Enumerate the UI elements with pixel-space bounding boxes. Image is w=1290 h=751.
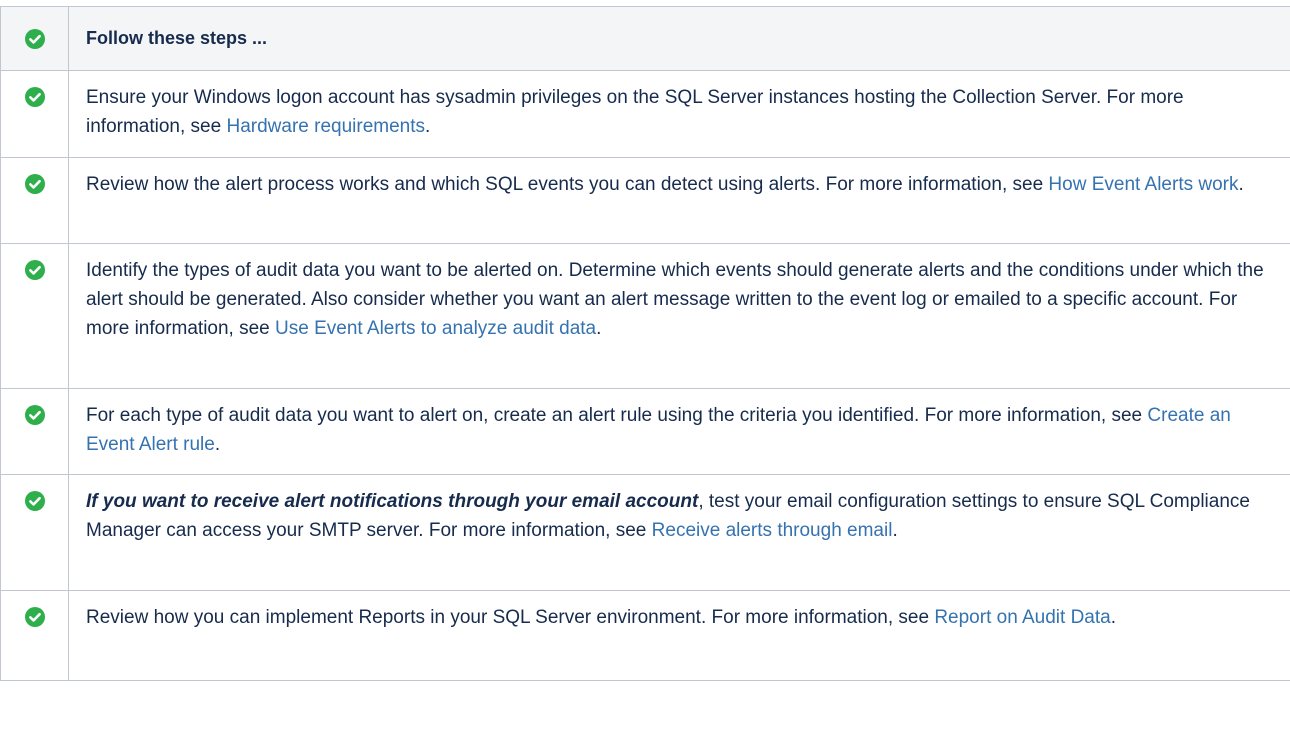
table-header-row: Follow these steps ...	[0, 6, 1290, 71]
check-circle-icon	[24, 174, 45, 194]
use-event-alerts-link[interactable]: Use Event Alerts to analyze audit data	[275, 318, 596, 339]
step-text-post: .	[1238, 174, 1244, 195]
check-circle-icon	[24, 607, 45, 627]
check-circle-icon	[24, 87, 45, 107]
step-row: For each type of audit data you want to …	[0, 388, 1290, 475]
step-row: Identify the types of audit data you wan…	[0, 243, 1290, 389]
step-text-pre: Identify the types of audit data you wan…	[86, 260, 1264, 339]
step-text: If you want to receive alert notificatio…	[69, 475, 1290, 560]
how-event-alerts-work-link[interactable]: How Event Alerts work	[1048, 174, 1238, 195]
header-title: Follow these steps ...	[68, 6, 1290, 71]
report-on-audit-data-link[interactable]: Report on Audit Data	[934, 607, 1110, 628]
step-text: Ensure your Windows logon account has sy…	[69, 71, 1290, 156]
step-text: For each type of audit data you want to …	[69, 389, 1290, 474]
step-row: Review how the alert process works and w…	[0, 157, 1290, 244]
step-icon-cell	[0, 243, 69, 389]
step-text: Identify the types of audit data you wan…	[69, 244, 1290, 358]
step-icon-cell	[0, 474, 69, 591]
steps-table: Follow these steps ... Ensure your Windo…	[0, 6, 1290, 681]
step-icon-cell	[0, 157, 69, 244]
step-text-post: .	[1110, 607, 1116, 628]
check-circle-icon	[24, 28, 45, 49]
step-text-cell: Ensure your Windows logon account has sy…	[68, 70, 1290, 158]
step-text-cell: Identify the types of audit data you wan…	[68, 243, 1290, 389]
step-text-pre: Review how you can implement Reports in …	[86, 607, 935, 628]
step-text-post: .	[596, 318, 602, 339]
step-text-post: .	[214, 434, 221, 455]
header-icon-cell	[0, 6, 69, 71]
step-text: Review how the alert process works and w…	[69, 158, 1290, 214]
step-icon-cell	[0, 388, 69, 475]
check-circle-icon	[24, 405, 45, 425]
step-row: If you want to receive alert notificatio…	[0, 474, 1290, 591]
step-text-cell: For each type of audit data you want to …	[68, 388, 1290, 475]
step-row: Ensure your Windows logon account has sy…	[0, 70, 1290, 158]
check-circle-icon	[24, 260, 45, 280]
step-text-cell: Review how the alert process works and w…	[68, 157, 1290, 244]
step-text-emphasis: If you want to receive alert notificatio…	[86, 491, 699, 512]
step-row: Review how you can implement Reports in …	[0, 590, 1290, 681]
step-text-pre: Review how the alert process works and w…	[86, 174, 1049, 195]
step-text-post: .	[892, 520, 898, 541]
step-text-pre: For each type of audit data you want to …	[86, 405, 1148, 426]
step-icon-cell	[0, 590, 69, 681]
step-text-cell: Review how you can implement Reports in …	[68, 590, 1290, 681]
receive-alerts-email-link[interactable]: Receive alerts through email	[652, 520, 893, 541]
hardware-requirements-link[interactable]: Hardware requirements	[226, 116, 425, 137]
step-text-post: .	[425, 116, 431, 137]
step-text-cell: If you want to receive alert notificatio…	[68, 474, 1290, 591]
step-text: Review how you can implement Reports in …	[69, 591, 1290, 647]
check-circle-icon	[24, 491, 45, 511]
step-icon-cell	[0, 70, 69, 158]
